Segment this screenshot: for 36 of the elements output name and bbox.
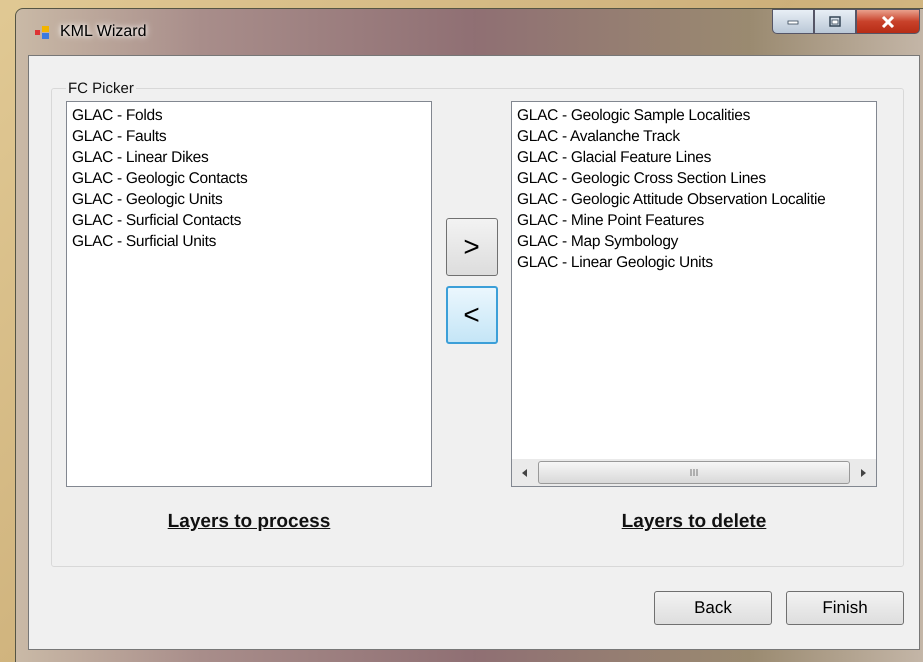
scroll-left-icon[interactable] [522, 468, 528, 476]
list-item[interactable]: GLAC - Geologic Sample Localities [517, 105, 876, 126]
list-item[interactable]: GLAC - Linear Geologic Units [517, 252, 876, 273]
list-item[interactable]: GLAC - Folds [72, 105, 426, 126]
window-title: KML Wizard [60, 23, 147, 41]
list-item[interactable]: GLAC - Surficial Units [72, 231, 426, 252]
minimize-icon [787, 18, 799, 24]
close-button[interactable] [856, 9, 920, 34]
minimize-button[interactable] [772, 9, 814, 34]
list-caption: Layers to delete [622, 511, 766, 533]
list-caption: Layers to process [168, 511, 330, 533]
list-item[interactable]: GLAC - Mine Point Features [517, 210, 876, 231]
move-button[interactable]: < [446, 286, 498, 344]
maximize-icon [829, 16, 841, 27]
list-item[interactable]: GLAC - Geologic Cross Section Lines [517, 168, 876, 189]
scroll-right-icon[interactable] [860, 468, 866, 476]
list-item[interactable]: GLAC - Avalanche Track [517, 126, 876, 147]
move-button[interactable]: > [446, 218, 498, 276]
maximize-button[interactable] [814, 9, 856, 34]
dialog-button[interactable]: Back [654, 591, 772, 625]
list-item[interactable]: GLAC - Faults [72, 126, 426, 147]
list-item[interactable]: GLAC - Geologic Contacts [72, 168, 426, 189]
scroll-thumb[interactable] [538, 461, 850, 484]
list-item[interactable]: GLAC - Map Symbology [517, 231, 876, 252]
close-icon [881, 16, 895, 28]
list-item[interactable]: GLAC - Geologic Attitude Observation Localitie [517, 189, 876, 210]
list-item[interactable]: GLAC - Linear Dikes [72, 147, 426, 168]
layer-list[interactable]: GLAC - Folds GLAC - Faults GLAC - Linear Dikes GLAC - Geologic Contacts GLAC - Geologic Units GLAC - Surficial Contacts GLAC - Surficial Units [66, 101, 432, 487]
horizontal-scrollbar[interactable] [512, 459, 876, 486]
list-item[interactable]: GLAC - Geologic Units [72, 189, 426, 210]
layer-list[interactable] [511, 101, 877, 487]
group-title: FC Picker [67, 80, 135, 97]
list-item[interactable]: GLAC - Surficial Contacts [72, 210, 426, 231]
app-icon [34, 24, 50, 40]
dialog-button[interactable]: Finish [786, 591, 904, 625]
list-item[interactable]: GLAC - Glacial Feature Lines [517, 147, 876, 168]
